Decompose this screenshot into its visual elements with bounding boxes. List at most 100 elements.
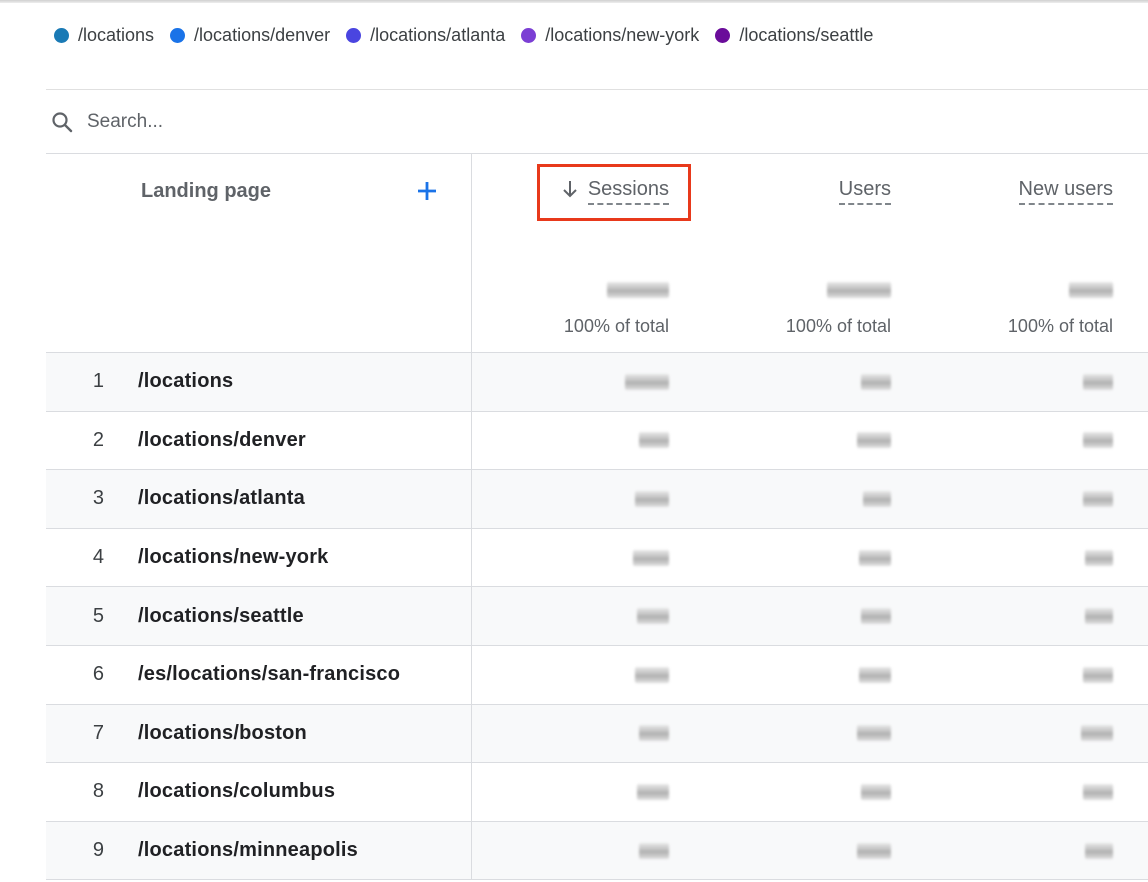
search-bar [46, 89, 1148, 154]
new-users-cell [891, 646, 1113, 704]
redacted-value [859, 666, 891, 683]
sessions-cell [472, 470, 669, 528]
redacted-value [633, 549, 669, 566]
top-edge-divider [0, 0, 1148, 3]
redacted-value [637, 608, 669, 625]
users-cell [669, 822, 891, 880]
dimension-cell: 7/locations/boston [46, 704, 472, 763]
sessions-header-button[interactable]: Sessions [562, 178, 669, 205]
users-cell [669, 587, 891, 645]
dimension-cell: 1/locations [46, 353, 472, 411]
row-index: 2 [92, 428, 104, 451]
search-input[interactable] [87, 101, 687, 142]
redacted-value [1081, 725, 1113, 742]
redacted-value [859, 549, 891, 566]
redacted-value [1069, 282, 1113, 298]
table-row[interactable]: 9/locations/minneapolis [46, 821, 1148, 881]
users-cell [669, 646, 891, 704]
sessions-cell [472, 763, 669, 821]
row-index: 1 [92, 370, 104, 393]
redacted-value [857, 842, 891, 859]
landing-page-link[interactable]: /locations/boston [138, 722, 307, 745]
legend-item[interactable]: /locations/atlanta [346, 25, 505, 46]
metric-header-new-users: New users 100% of total [891, 154, 1113, 352]
legend-label: /locations/denver [194, 24, 331, 45]
landing-page-link[interactable]: /es/locations/san-francisco [138, 663, 400, 686]
users-cell [669, 353, 891, 411]
dimension-header-label: Landing page [141, 180, 271, 202]
row-index: 9 [92, 839, 104, 862]
redacted-value [1083, 783, 1113, 800]
row-index: 5 [92, 604, 104, 627]
table-row[interactable]: 6/es/locations/san-francisco [46, 645, 1148, 705]
table-header-row: Landing page Sessions 100% of total User… [46, 154, 1148, 353]
legend-dot-icon [54, 27, 69, 43]
users-header-button[interactable]: Users [838, 178, 891, 205]
landing-page-link[interactable]: /locations/minneapolis [138, 839, 358, 862]
search-icon[interactable] [48, 108, 76, 136]
new-users-cell [891, 763, 1113, 821]
redacted-value [1085, 549, 1113, 566]
table-row[interactable]: 1/locations [46, 353, 1148, 412]
landing-page-link[interactable]: /locations [138, 370, 233, 393]
legend-dot-icon [715, 27, 731, 43]
redacted-value [863, 490, 891, 507]
redacted-value [635, 666, 669, 683]
sessions-total-value [607, 278, 669, 302]
table-row[interactable]: 7/locations/boston [46, 704, 1148, 764]
sessions-cell [472, 412, 669, 470]
landing-page-link[interactable]: /locations/seattle [138, 605, 304, 628]
new-users-header-button[interactable]: New users [1018, 178, 1113, 205]
arrow-down-icon [562, 178, 580, 200]
legend-label: /locations [78, 24, 155, 45]
sessions-total-pct: 100% of total [563, 316, 669, 336]
row-index: 8 [92, 780, 104, 803]
sessions-cell [472, 353, 669, 411]
redacted-value [1083, 490, 1113, 507]
new-users-cell [891, 705, 1113, 763]
dimension-cell: 5/locations/seattle [46, 587, 472, 645]
chart-legend: /locations /locations/denver /locations/… [54, 22, 873, 48]
plus-icon [418, 182, 436, 200]
new-users-cell [891, 587, 1113, 645]
redacted-value [857, 432, 891, 449]
landing-page-link[interactable]: /locations/atlanta [138, 487, 305, 510]
redacted-value [639, 725, 669, 742]
redacted-value [639, 432, 669, 449]
new-users-total-value [1069, 278, 1113, 302]
landing-page-link[interactable]: /locations/new-york [138, 546, 329, 569]
redacted-value [857, 725, 891, 742]
table-row[interactable]: 8/locations/columbus [46, 763, 1148, 822]
legend-item[interactable]: /locations/new-york [521, 25, 699, 46]
new-users-cell [891, 822, 1113, 880]
table-row[interactable]: 3/locations/atlanta [46, 470, 1148, 529]
sessions-cell [472, 646, 669, 704]
legend-dot-icon [346, 27, 362, 43]
new-users-cell [891, 529, 1113, 587]
add-dimension-button[interactable] [414, 178, 440, 204]
legend-item[interactable]: /locations [54, 25, 154, 46]
users-total-value [827, 278, 891, 302]
table-row[interactable]: 4/locations/new-york [46, 528, 1148, 588]
dimension-cell: 4/locations/new-york [46, 528, 472, 587]
table-row[interactable]: 2/locations/denver [46, 411, 1148, 471]
legend-item[interactable]: /locations/denver [170, 25, 330, 46]
metric-header-users: Users 100% of total [669, 154, 891, 352]
redacted-value [637, 783, 669, 800]
redacted-value [625, 373, 669, 390]
table-row[interactable]: 5/locations/seattle [46, 587, 1148, 646]
users-cell [669, 529, 891, 587]
row-index: 3 [92, 487, 104, 510]
dimension-cell: 9/locations/minneapolis [46, 821, 472, 880]
legend-label: /locations/seattle [739, 24, 874, 45]
landing-page-link[interactable]: /locations/denver [138, 429, 306, 452]
redacted-value [1083, 666, 1113, 683]
redacted-value [827, 282, 891, 298]
legend-item[interactable]: /locations/seattle [715, 25, 873, 46]
row-index: 6 [92, 663, 104, 686]
sessions-cell [472, 822, 669, 880]
landing-page-link[interactable]: /locations/columbus [138, 780, 335, 803]
redacted-value [861, 783, 891, 800]
dimension-cell: 3/locations/atlanta [46, 470, 472, 528]
redacted-value [1083, 432, 1113, 449]
